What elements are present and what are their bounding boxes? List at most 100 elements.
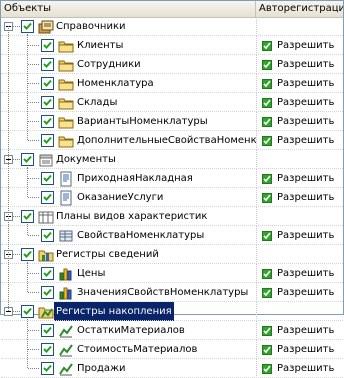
object-cell[interactable]: Справочники xyxy=(1,17,256,36)
autoreg-cell[interactable]: Разрешить xyxy=(256,283,343,302)
tree-item-row[interactable]: ВариантыНоменклатуры Разрешить xyxy=(1,112,343,131)
tree-group-row[interactable]: Регистры сведений xyxy=(1,245,343,264)
object-label: СтоимостьМатериалов xyxy=(77,344,198,355)
include-checkbox[interactable] xyxy=(21,20,34,33)
object-cell[interactable]: ДополнительныеСвойстваНоменклату... xyxy=(1,131,256,150)
tree-item-row[interactable]: Клиенты Разрешить xyxy=(1,36,343,55)
include-checkbox[interactable] xyxy=(41,134,54,147)
allow-check-icon xyxy=(262,117,272,127)
autoreg-cell[interactable]: Разрешить xyxy=(256,74,343,93)
autoreg-cell[interactable] xyxy=(256,150,343,169)
tree-item-row[interactable]: Цены Разрешить xyxy=(1,264,343,283)
tree-item-row[interactable]: ПриходнаяНакладная Разрешить xyxy=(1,169,343,188)
object-cell[interactable]: ОстаткиМатериалов xyxy=(1,321,256,340)
include-checkbox[interactable] xyxy=(41,77,54,90)
object-cell[interactable]: ПриходнаяНакладная xyxy=(1,169,256,188)
autoreg-cell[interactable] xyxy=(256,245,343,264)
include-checkbox[interactable] xyxy=(21,305,34,318)
autoreg-cell[interactable]: Разрешить xyxy=(256,112,343,131)
autoreg-cell[interactable]: Разрешить xyxy=(256,93,343,112)
catalog-item-icon xyxy=(58,38,74,54)
object-label: Цены xyxy=(77,268,106,279)
tree-guide-line xyxy=(28,349,39,350)
autoreg-value: Разрешить xyxy=(277,173,335,184)
autoreg-cell[interactable]: Разрешить xyxy=(256,55,343,74)
object-cell[interactable]: Цены xyxy=(1,264,256,283)
catalog-item-icon xyxy=(58,95,74,111)
include-checkbox[interactable] xyxy=(41,267,54,280)
characteristic-item-icon xyxy=(58,228,74,244)
include-checkbox[interactable] xyxy=(41,96,54,109)
tree-group-row[interactable]: Планы видов характеристик xyxy=(1,207,343,226)
object-label: ОказаниеУслуги xyxy=(77,192,164,203)
tree-item-row[interactable]: ЗначенияСвойствНоменклатуры Разрешить xyxy=(1,283,343,302)
include-checkbox[interactable] xyxy=(41,172,54,185)
object-label: ЗначенияСвойствНоменклатуры xyxy=(77,287,249,298)
autoreg-cell[interactable]: Разрешить xyxy=(256,169,343,188)
tree-group-row[interactable]: Регистры накопления xyxy=(1,302,343,321)
autoreg-column-header[interactable]: Авторегистрация xyxy=(256,1,343,17)
autoreg-cell[interactable] xyxy=(256,17,343,36)
tree-group-row[interactable]: Документы xyxy=(1,150,343,169)
tree-group-row[interactable]: Справочники xyxy=(1,17,343,36)
document-item-icon xyxy=(58,171,74,187)
autoreg-cell[interactable]: Разрешить xyxy=(256,321,343,340)
object-cell[interactable]: Номенклатура xyxy=(1,74,256,93)
objects-column-header[interactable]: Объекты xyxy=(1,1,256,17)
autoreg-cell[interactable]: Разрешить xyxy=(256,226,343,245)
catalog-item-icon xyxy=(58,57,74,73)
object-cell[interactable]: Продажи xyxy=(1,359,256,378)
tree-guide-line xyxy=(13,216,20,217)
object-cell[interactable]: Планы видов характеристик xyxy=(1,207,256,226)
object-cell[interactable]: СтоимостьМатериалов xyxy=(1,340,256,359)
tree-guide-line xyxy=(28,140,39,141)
tree-item-row[interactable]: СтоимостьМатериалов Разрешить xyxy=(1,340,343,359)
autoreg-cell[interactable]: Разрешить xyxy=(256,264,343,283)
include-checkbox[interactable] xyxy=(41,362,54,375)
autoreg-cell[interactable]: Разрешить xyxy=(256,131,343,150)
tree-guide-line xyxy=(28,235,39,236)
include-checkbox[interactable] xyxy=(41,324,54,337)
include-checkbox[interactable] xyxy=(41,58,54,71)
autoreg-cell[interactable]: Разрешить xyxy=(256,36,343,55)
include-checkbox[interactable] xyxy=(41,286,54,299)
autoreg-cell[interactable] xyxy=(256,302,343,321)
include-checkbox[interactable] xyxy=(41,191,54,204)
autoreg-value: Разрешить xyxy=(277,97,335,108)
object-cell[interactable]: ЗначенияСвойствНоменклатуры xyxy=(1,283,256,302)
include-checkbox[interactable] xyxy=(41,343,54,356)
tree-guide-line xyxy=(13,159,20,160)
include-checkbox[interactable] xyxy=(21,153,34,166)
tree-item-row[interactable]: ОстаткиМатериалов Разрешить xyxy=(1,321,343,340)
object-cell[interactable]: Документы xyxy=(1,150,256,169)
autoreg-cell[interactable]: Разрешить xyxy=(256,188,343,207)
tree-item-row[interactable]: Номенклатура Разрешить xyxy=(1,74,343,93)
include-checkbox[interactable] xyxy=(41,115,54,128)
include-checkbox[interactable] xyxy=(21,248,34,261)
object-cell[interactable]: Регистры сведений xyxy=(1,245,256,264)
document-item-icon xyxy=(58,190,74,206)
object-cell[interactable]: Клиенты xyxy=(1,36,256,55)
object-cell[interactable]: СвойстваНоменклатуры xyxy=(1,226,256,245)
object-cell[interactable]: ВариантыНоменклатуры xyxy=(1,112,256,131)
autoreg-cell[interactable] xyxy=(256,207,343,226)
tree-item-row[interactable]: Сотрудники Разрешить xyxy=(1,55,343,74)
tree-guide-line xyxy=(27,262,28,292)
tree-item-row[interactable]: ДополнительныеСвойстваНоменклату... Разре… xyxy=(1,131,343,150)
tree-item-row[interactable]: Склады Разрешить xyxy=(1,93,343,112)
object-label: ДополнительныеСвойстваНоменклату... xyxy=(77,135,256,146)
object-cell[interactable]: ОказаниеУслуги xyxy=(1,188,256,207)
objects-tree-grid[interactable]: Объекты Авторегистрация Справочники Клиен… xyxy=(0,0,344,378)
autoreg-cell[interactable]: Разрешить xyxy=(256,359,343,378)
tree-item-row[interactable]: Продажи Разрешить xyxy=(1,359,343,378)
object-cell[interactable]: Регистры накопления xyxy=(1,302,256,321)
autoreg-cell[interactable]: Разрешить xyxy=(256,340,343,359)
include-checkbox[interactable] xyxy=(41,229,54,242)
object-label: Клиенты xyxy=(77,40,124,51)
object-cell[interactable]: Склады xyxy=(1,93,256,112)
include-checkbox[interactable] xyxy=(21,210,34,223)
tree-item-row[interactable]: СвойстваНоменклатуры Разрешить xyxy=(1,226,343,245)
tree-item-row[interactable]: ОказаниеУслуги Разрешить xyxy=(1,188,343,207)
include-checkbox[interactable] xyxy=(41,39,54,52)
object-cell[interactable]: Сотрудники xyxy=(1,55,256,74)
